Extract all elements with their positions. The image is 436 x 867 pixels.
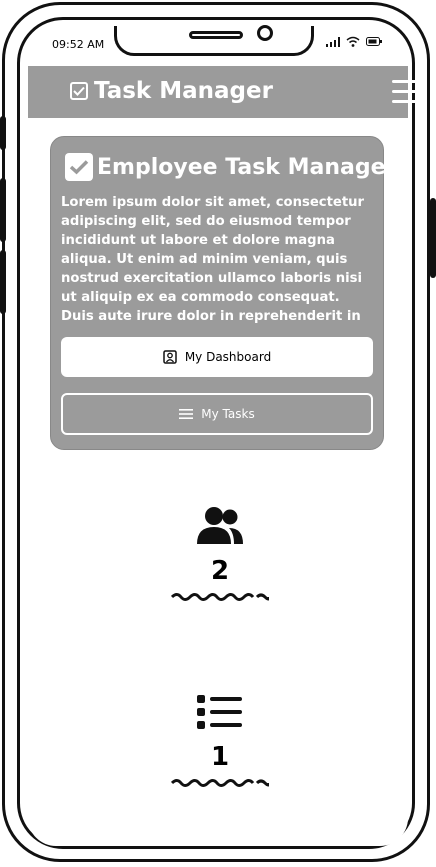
check-icon (65, 153, 93, 181)
user-square-icon (163, 350, 177, 364)
scribble-label (170, 593, 271, 601)
hero-card: Employee Task Manager Lorem ipsum dolor … (50, 136, 396, 450)
my-tasks-label: My Tasks (201, 407, 255, 421)
check-square-icon (70, 82, 88, 100)
bars-icon (179, 409, 194, 419)
speaker (189, 31, 243, 39)
stat-value: 1 (210, 742, 230, 772)
status-icons (326, 36, 382, 47)
volume-up-button (0, 178, 6, 242)
hero-title-text: Employee Task Manager (97, 154, 397, 180)
app-title-text: Task Manager (94, 78, 273, 104)
camera (257, 25, 273, 41)
volume-down-button (0, 250, 6, 314)
my-dashboard-button[interactable]: My Dashboard (61, 337, 373, 377)
users-icon (197, 507, 243, 544)
menu-icon[interactable] (392, 80, 422, 104)
hero-title: Employee Task Manager (65, 153, 396, 181)
signal-icon (326, 36, 340, 47)
my-dashboard-label: My Dashboard (184, 350, 272, 364)
notch (114, 25, 314, 56)
my-tasks-button[interactable]: My Tasks (61, 393, 373, 435)
stat-value: 2 (210, 556, 230, 586)
stat-tasks: 1 (150, 692, 290, 791)
power-button (430, 198, 436, 278)
hero-description: Lorem ipsum dolor sit amet, consectetur … (61, 195, 365, 324)
status-time: 09:52 AM (52, 38, 105, 51)
list-icon (197, 695, 242, 729)
app-bar: Task Manager (28, 66, 422, 118)
stat-employees: 2 (150, 504, 290, 605)
app-title[interactable]: Task Manager (70, 78, 273, 104)
scribble-label (170, 779, 271, 787)
wifi-icon (346, 36, 360, 47)
side-button (0, 116, 6, 150)
battery-icon (366, 37, 382, 46)
